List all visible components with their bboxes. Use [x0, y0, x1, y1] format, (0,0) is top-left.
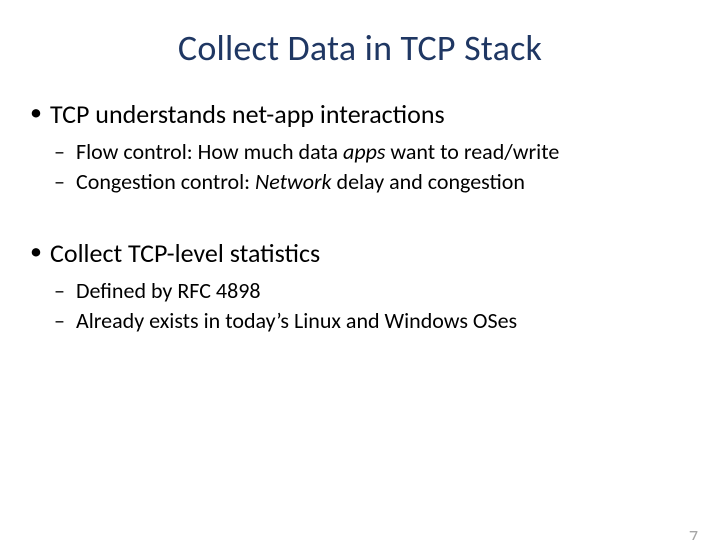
- text-run: want to read/write: [385, 138, 559, 165]
- bullet-level2: Already exists in today’s Linux and Wind…: [28, 307, 700, 335]
- page-number: 7: [689, 526, 698, 540]
- bullet-level2: Congestion control: Network delay and co…: [28, 168, 700, 196]
- spacer: [28, 197, 700, 237]
- bullet-level2: Defined by RFC 4898: [28, 277, 700, 305]
- text-run-italic: Network: [255, 168, 332, 195]
- slide: Collect Data in TCP Stack TCP understand…: [0, 26, 720, 540]
- slide-title: Collect Data in TCP Stack: [0, 26, 720, 70]
- text-run-italic: apps: [343, 138, 385, 165]
- slide-content: TCP understands net-app interactions Flo…: [0, 98, 720, 334]
- text-run: Congestion control:: [76, 168, 255, 195]
- bullet-level2: Flow control: How much data apps want to…: [28, 138, 700, 166]
- text-run: Flow control: How much data: [76, 138, 343, 165]
- bullet-level1: TCP understands net-app interactions: [28, 98, 700, 130]
- text-run: delay and congestion: [332, 168, 525, 195]
- bullet-level1: Collect TCP-level statistics: [28, 237, 700, 269]
